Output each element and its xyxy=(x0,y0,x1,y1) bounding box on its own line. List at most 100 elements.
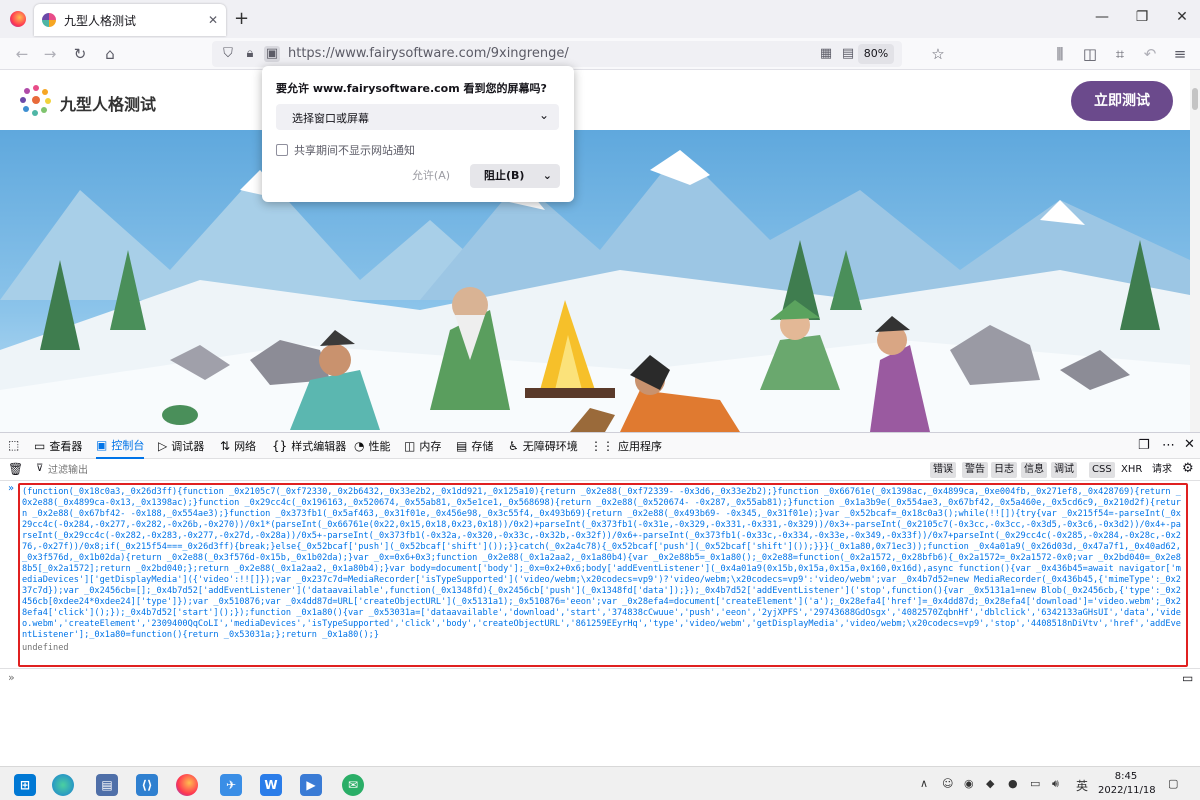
accessibility-icon: ♿︎ xyxy=(508,439,519,453)
filter-debug-button[interactable]: 调试 xyxy=(1051,462,1077,478)
menu-icon[interactable]: ≡ xyxy=(1170,44,1190,64)
network-tray-icon[interactable]: ▭ xyxy=(1030,777,1040,790)
tab-storage[interactable]: ▤ 存储 xyxy=(456,433,493,459)
page-scrollbar[interactable] xyxy=(1190,70,1200,432)
chevron-down-icon[interactable]: ⌄ xyxy=(543,164,552,188)
console-input-row[interactable]: » ▭ xyxy=(0,668,1200,688)
allow-button[interactable]: 允许(A) xyxy=(402,164,460,188)
tracking-shield-icon[interactable]: ⛉ xyxy=(220,46,236,62)
application-icon: ⋮⋮ xyxy=(590,439,614,453)
vscode-icon[interactable]: ⟨⟩ xyxy=(136,774,158,796)
tray-expand-icon[interactable]: ∧ xyxy=(920,777,928,790)
element-picker-icon[interactable]: ⬚ xyxy=(8,438,19,452)
tab-console[interactable]: ▣ 控制台 xyxy=(96,433,145,459)
sidebar-icon[interactable]: ◫ xyxy=(1080,44,1100,64)
firefox-icon[interactable] xyxy=(176,774,198,796)
system-clock[interactable]: 8:45 2022/11/18 xyxy=(1098,770,1156,798)
dock-side-icon[interactable]: ❐ xyxy=(1138,438,1150,453)
reader-view-icon[interactable]: ▤ xyxy=(840,46,856,62)
network-icon: ⇅ xyxy=(220,439,231,453)
tab-inspector[interactable]: ▭ 查看器 xyxy=(34,433,82,459)
devtools-menu-icon[interactable]: ⋯ xyxy=(1162,438,1175,453)
screen-share-icon[interactable]: ▣ xyxy=(264,46,280,62)
url-text[interactable]: https://www.fairysoftware.com/9xingrenge… xyxy=(288,46,569,61)
firefox-menu-icon[interactable] xyxy=(10,11,26,27)
performance-icon: ◔ xyxy=(354,439,365,453)
wps-icon[interactable]: W xyxy=(260,774,282,796)
navigation-bar: ← → ↻ ⌂ ⛉ 🔒︎ ▣ https://www.fairysoftware… xyxy=(0,38,1200,70)
reload-icon[interactable]: ↻ xyxy=(70,44,90,64)
edge-icon[interactable] xyxy=(52,774,74,796)
filter-output-input[interactable] xyxy=(48,461,348,479)
qr-code-icon[interactable]: ▦ xyxy=(818,46,834,62)
window-screen-select[interactable]: 选择窗口或屏幕 ⌄ xyxy=(276,104,559,130)
tab-performance[interactable]: ◔ 性能 xyxy=(354,433,390,459)
tab-debugger[interactable]: ▷ 调试器 xyxy=(158,433,204,459)
filter-icon: ⊽ xyxy=(36,463,44,474)
editor-mode-icon[interactable]: ▭ xyxy=(1182,671,1193,685)
permission-question: 要允许 www.fairysoftware.com 看到您的屏幕吗? xyxy=(276,82,547,95)
tray-app-icon[interactable]: ◆ xyxy=(986,777,994,790)
tab-active[interactable]: 九型人格测试 ✕ xyxy=(34,4,226,36)
home-icon[interactable]: ⌂ xyxy=(100,44,120,64)
tab-style-editor[interactable]: {} 样式编辑器 xyxy=(272,433,346,459)
style-editor-icon: {} xyxy=(272,439,288,453)
tray-app-icon[interactable]: ● xyxy=(1008,777,1018,790)
tab-network[interactable]: ⇅ 网络 xyxy=(220,433,256,459)
wechat-icon[interactable]: ✉ xyxy=(342,774,364,796)
library-icon[interactable]: ⫼ xyxy=(1050,44,1070,64)
filter-errors-button[interactable]: 错误 xyxy=(930,462,956,478)
tab-application[interactable]: ⋮⋮ 应用程序 xyxy=(590,433,662,459)
enneagram-logo-icon[interactable] xyxy=(20,84,52,116)
file-explorer-icon[interactable]: ▤ xyxy=(96,774,118,796)
feishu-icon[interactable]: ✈ xyxy=(220,774,242,796)
scrollbar-thumb[interactable] xyxy=(1192,88,1198,110)
tab-label: 应用程序 xyxy=(618,440,662,453)
devtools-toolbar: ⬚ ▭ 查看器 ▣ 控制台 ▷ 调试器 ⇅ 网络 {} 样式编辑器 ◔ 性能 ◫ 内存 ▤ 存储… xyxy=(0,432,1200,459)
console-filter-bar: 🗑︎ ⊽ 错误 警告 日志 信息 调试 CSS XHR 请求 ⚙ xyxy=(0,459,1200,481)
tab-accessibility[interactable]: ♿︎ 无障碍环境 xyxy=(508,433,578,459)
minimize-window-icon[interactable]: — xyxy=(1090,9,1114,25)
media-player-icon[interactable]: ▶ xyxy=(300,774,322,796)
console-code-text[interactable]: (function(_0x18c0a3,_0x26d3ff){function … xyxy=(22,487,1184,641)
close-window-icon[interactable]: ✕ xyxy=(1170,9,1194,25)
filter-requests-button[interactable]: 请求 xyxy=(1149,462,1175,478)
url-bar[interactable]: ⛉ 🔒︎ ▣ https://www.fairysoftware.com/9xi… xyxy=(212,41,902,67)
forward-icon[interactable]: → xyxy=(40,44,60,64)
console-code-entry[interactable]: (function(_0x18c0a3,_0x26d3ff){function … xyxy=(18,483,1188,667)
trash-icon[interactable]: 🗑︎ xyxy=(8,462,23,476)
windows-start-icon[interactable]: ⊞ xyxy=(14,774,36,796)
tab-label: 存储 xyxy=(471,440,494,453)
console-settings-icon[interactable]: ⚙ xyxy=(1182,461,1194,476)
restore-window-icon[interactable]: ❐ xyxy=(1130,9,1154,25)
undo-icon[interactable]: ↶ xyxy=(1140,44,1160,64)
zoom-level[interactable]: 80% xyxy=(858,44,894,64)
volume-icon[interactable]: 🔊︎ xyxy=(1052,777,1059,791)
tab-label: 性能 xyxy=(368,440,391,453)
filter-css-button[interactable]: CSS xyxy=(1089,462,1115,478)
star-icon[interactable]: ☆ xyxy=(928,44,948,64)
tab-memory[interactable]: ◫ 内存 xyxy=(404,433,441,459)
block-button[interactable]: 阻止(B) ⌄ xyxy=(470,164,560,188)
input-prompt-icon: » xyxy=(8,671,15,684)
lock-icon[interactable]: 🔒︎ xyxy=(242,46,258,62)
hide-notifications-label: 共享期间不显示网站通知 xyxy=(294,144,415,157)
start-test-button[interactable]: 立即测试 xyxy=(1071,81,1173,121)
close-devtools-icon[interactable]: ✕ xyxy=(1184,437,1195,452)
hide-notifications-checkbox[interactable]: 共享期间不显示网站通知 xyxy=(276,142,415,158)
input-prompt-icon: » xyxy=(8,483,15,494)
filter-info-button[interactable]: 信息 xyxy=(1021,462,1047,478)
screenshot-crop-icon[interactable]: ⌗ xyxy=(1110,44,1130,64)
tray-app-icon[interactable]: ◉ xyxy=(964,777,974,790)
new-tab-icon[interactable]: + xyxy=(234,8,249,29)
checkbox-box[interactable] xyxy=(276,144,288,156)
ime-indicator[interactable]: 英 xyxy=(1076,777,1088,794)
close-tab-icon[interactable]: ✕ xyxy=(208,13,218,27)
back-icon[interactable]: ← xyxy=(12,44,32,64)
notification-icon[interactable]: ▢ xyxy=(1168,777,1178,790)
filter-warnings-button[interactable]: 警告 xyxy=(962,462,988,478)
filter-logs-button[interactable]: 日志 xyxy=(991,462,1017,478)
site-name[interactable]: 九型人格测试 xyxy=(60,91,156,115)
filter-xhr-button[interactable]: XHR xyxy=(1118,462,1145,478)
qq-tray-icon[interactable]: ☺ xyxy=(942,777,953,790)
